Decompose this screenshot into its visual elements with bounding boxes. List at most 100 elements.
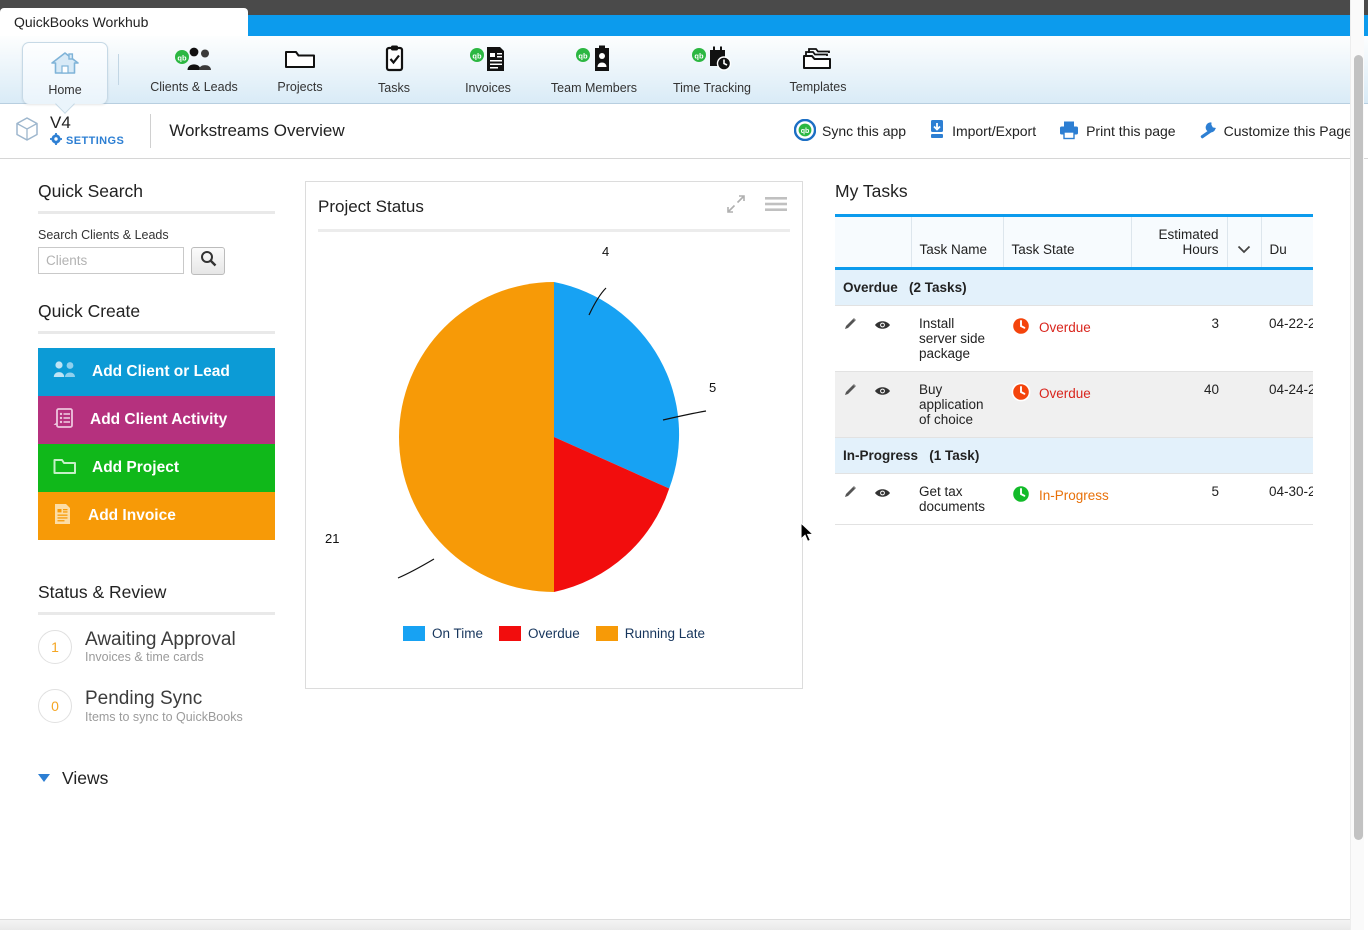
task-group-count: (1 Task) bbox=[929, 448, 979, 463]
browser-tab[interactable]: QuickBooks Workhub bbox=[0, 8, 248, 36]
app-navigation-bar: Home qb Clients & Leads Projects bbox=[0, 36, 1368, 104]
gear-icon bbox=[50, 133, 62, 148]
status-item-awaiting-approval[interactable]: 1 Awaiting Approval Invoices & time card… bbox=[38, 629, 275, 664]
settings-link[interactable]: SETTINGS bbox=[50, 133, 124, 148]
eye-icon[interactable] bbox=[874, 487, 891, 502]
eye-icon[interactable] bbox=[874, 385, 891, 400]
nav-item-label: Team Members bbox=[551, 81, 637, 95]
nav-item-label: Home bbox=[48, 83, 81, 97]
add-project-button[interactable]: Add Project bbox=[38, 444, 275, 492]
column-header-due-date[interactable]: Du bbox=[1261, 216, 1313, 269]
pencil-icon[interactable] bbox=[843, 319, 862, 334]
views-toggle[interactable]: Views bbox=[38, 768, 275, 789]
divider bbox=[38, 211, 275, 214]
row-actions bbox=[835, 306, 911, 372]
customize-page-button[interactable]: Customize this Page bbox=[1198, 120, 1352, 143]
task-estimated-hours: 5 bbox=[1131, 474, 1227, 525]
quick-create-section: Quick Create Add Client or Lead bbox=[38, 301, 275, 540]
pie-slice-running-late[interactable] bbox=[399, 282, 554, 592]
svg-text:qb: qb bbox=[472, 52, 482, 61]
nav-item-projects[interactable]: Projects bbox=[253, 36, 347, 103]
add-invoice-button[interactable]: Add Invoice bbox=[38, 492, 275, 540]
eye-icon[interactable] bbox=[874, 319, 891, 334]
project-status-card: Project Status bbox=[305, 181, 803, 689]
chart-title: Project Status bbox=[318, 197, 424, 217]
expand-arrows-icon[interactable] bbox=[726, 194, 746, 219]
nav-item-team-members[interactable]: qb Team Members bbox=[535, 36, 653, 103]
pie-label-running-late: 21 bbox=[325, 531, 339, 546]
browser-top-strip bbox=[0, 0, 1368, 8]
legend-item-running-late[interactable]: Running Late bbox=[596, 626, 705, 641]
column-header-task-name[interactable]: Task Name bbox=[911, 216, 1003, 269]
add-client-or-lead-button[interactable]: Add Client or Lead bbox=[38, 348, 275, 396]
sidebar: Quick Search Search Clients & Leads Quic… bbox=[0, 159, 305, 911]
quick-create-label: Add Client or Lead bbox=[92, 363, 230, 381]
divider bbox=[38, 331, 275, 334]
legend-swatch bbox=[403, 626, 425, 641]
task-name: Get tax documents bbox=[911, 474, 1003, 525]
pencil-icon[interactable] bbox=[843, 385, 862, 400]
legend-label: On Time bbox=[432, 626, 483, 641]
pencil-icon[interactable] bbox=[843, 487, 862, 502]
clients-leads-icon: qb bbox=[173, 45, 215, 76]
hamburger-menu-icon[interactable] bbox=[764, 195, 788, 218]
status-badge: 1 bbox=[38, 630, 72, 664]
table-header-row: Task Name Task State Estimated Hours Du bbox=[835, 216, 1313, 269]
task-name: Buy application of choice bbox=[911, 372, 1003, 438]
clients-icon bbox=[52, 359, 78, 386]
svg-text:qb: qb bbox=[578, 52, 588, 61]
clipboard-check-icon bbox=[380, 44, 408, 77]
invoice-icon: qb bbox=[468, 44, 508, 77]
nav-item-home[interactable]: Home bbox=[22, 42, 108, 104]
search-input[interactable] bbox=[38, 247, 184, 274]
status-item-title: Awaiting Approval bbox=[85, 629, 236, 650]
task-estimated-hours: 40 bbox=[1131, 372, 1227, 438]
horizontal-scrollbar[interactable] bbox=[0, 919, 1354, 930]
nav-item-invoices[interactable]: qb Invoices bbox=[441, 36, 535, 103]
column-header-task-state[interactable]: Task State bbox=[1003, 216, 1131, 269]
nav-item-tasks[interactable]: Tasks bbox=[347, 36, 441, 103]
nav-item-time-tracking[interactable]: qb Time Tracking bbox=[653, 36, 771, 103]
nav-item-templates[interactable]: Templates bbox=[771, 36, 865, 103]
nav-item-label: Projects bbox=[277, 80, 322, 94]
quick-search-heading: Quick Search bbox=[38, 181, 275, 211]
app-header-band bbox=[248, 15, 1368, 36]
vertical-scrollbar-thumb[interactable] bbox=[1354, 55, 1363, 840]
legend-item-overdue[interactable]: Overdue bbox=[499, 626, 580, 641]
main-content: Quick Search Search Clients & Leads Quic… bbox=[0, 159, 1368, 911]
task-name: Install server side package bbox=[911, 306, 1003, 372]
chevron-down-icon bbox=[1237, 242, 1251, 257]
nav-item-clients-leads[interactable]: qb Clients & Leads bbox=[135, 36, 253, 103]
templates-icon bbox=[801, 45, 835, 76]
svg-text:qb: qb bbox=[177, 54, 187, 63]
task-state-label: Overdue bbox=[1039, 386, 1091, 401]
column-sort-chevron[interactable] bbox=[1227, 216, 1261, 269]
clock-inprogress-icon bbox=[1011, 484, 1031, 507]
table-row[interactable]: Install server side package Overdue bbox=[835, 306, 1313, 372]
print-page-button[interactable]: Print this page bbox=[1058, 120, 1176, 143]
legend-item-on-time[interactable]: On Time bbox=[403, 626, 483, 641]
sync-this-app-button[interactable]: qb Sync this app bbox=[794, 119, 906, 144]
table-row[interactable]: Get tax documents In-Progress bbox=[835, 474, 1313, 525]
task-group-label: Overdue bbox=[843, 280, 898, 295]
search-button[interactable] bbox=[191, 247, 225, 275]
time-tracking-icon: qb bbox=[690, 44, 734, 77]
table-row[interactable]: Buy application of choice Overdue bbox=[835, 372, 1313, 438]
status-badge: 0 bbox=[38, 689, 72, 723]
vertical-scrollbar[interactable] bbox=[1350, 0, 1364, 930]
task-group-count: (2 Tasks) bbox=[909, 280, 967, 295]
column-header-estimated-hours[interactable]: Estimated Hours bbox=[1131, 216, 1227, 269]
task-group-header-overdue[interactable]: Overdue (2 Tasks) bbox=[835, 269, 1313, 306]
column-header-actions[interactable] bbox=[835, 216, 911, 269]
app-identity: V4 SETTINGS bbox=[14, 114, 124, 149]
row-actions bbox=[835, 474, 911, 525]
printer-icon bbox=[1058, 120, 1080, 143]
legend-swatch bbox=[499, 626, 521, 641]
pie-chart: 4 5 21 bbox=[306, 232, 802, 622]
status-item-pending-sync[interactable]: 0 Pending Sync Items to sync to QuickBoo… bbox=[38, 688, 275, 723]
task-group-header-in-progress[interactable]: In-Progress (1 Task) bbox=[835, 438, 1313, 474]
nav-item-label: Invoices bbox=[465, 81, 511, 95]
task-state: Overdue bbox=[1003, 306, 1131, 372]
import-export-button[interactable]: Import/Export bbox=[928, 119, 1036, 144]
add-client-activity-button[interactable]: Add Client Activity bbox=[38, 396, 275, 444]
